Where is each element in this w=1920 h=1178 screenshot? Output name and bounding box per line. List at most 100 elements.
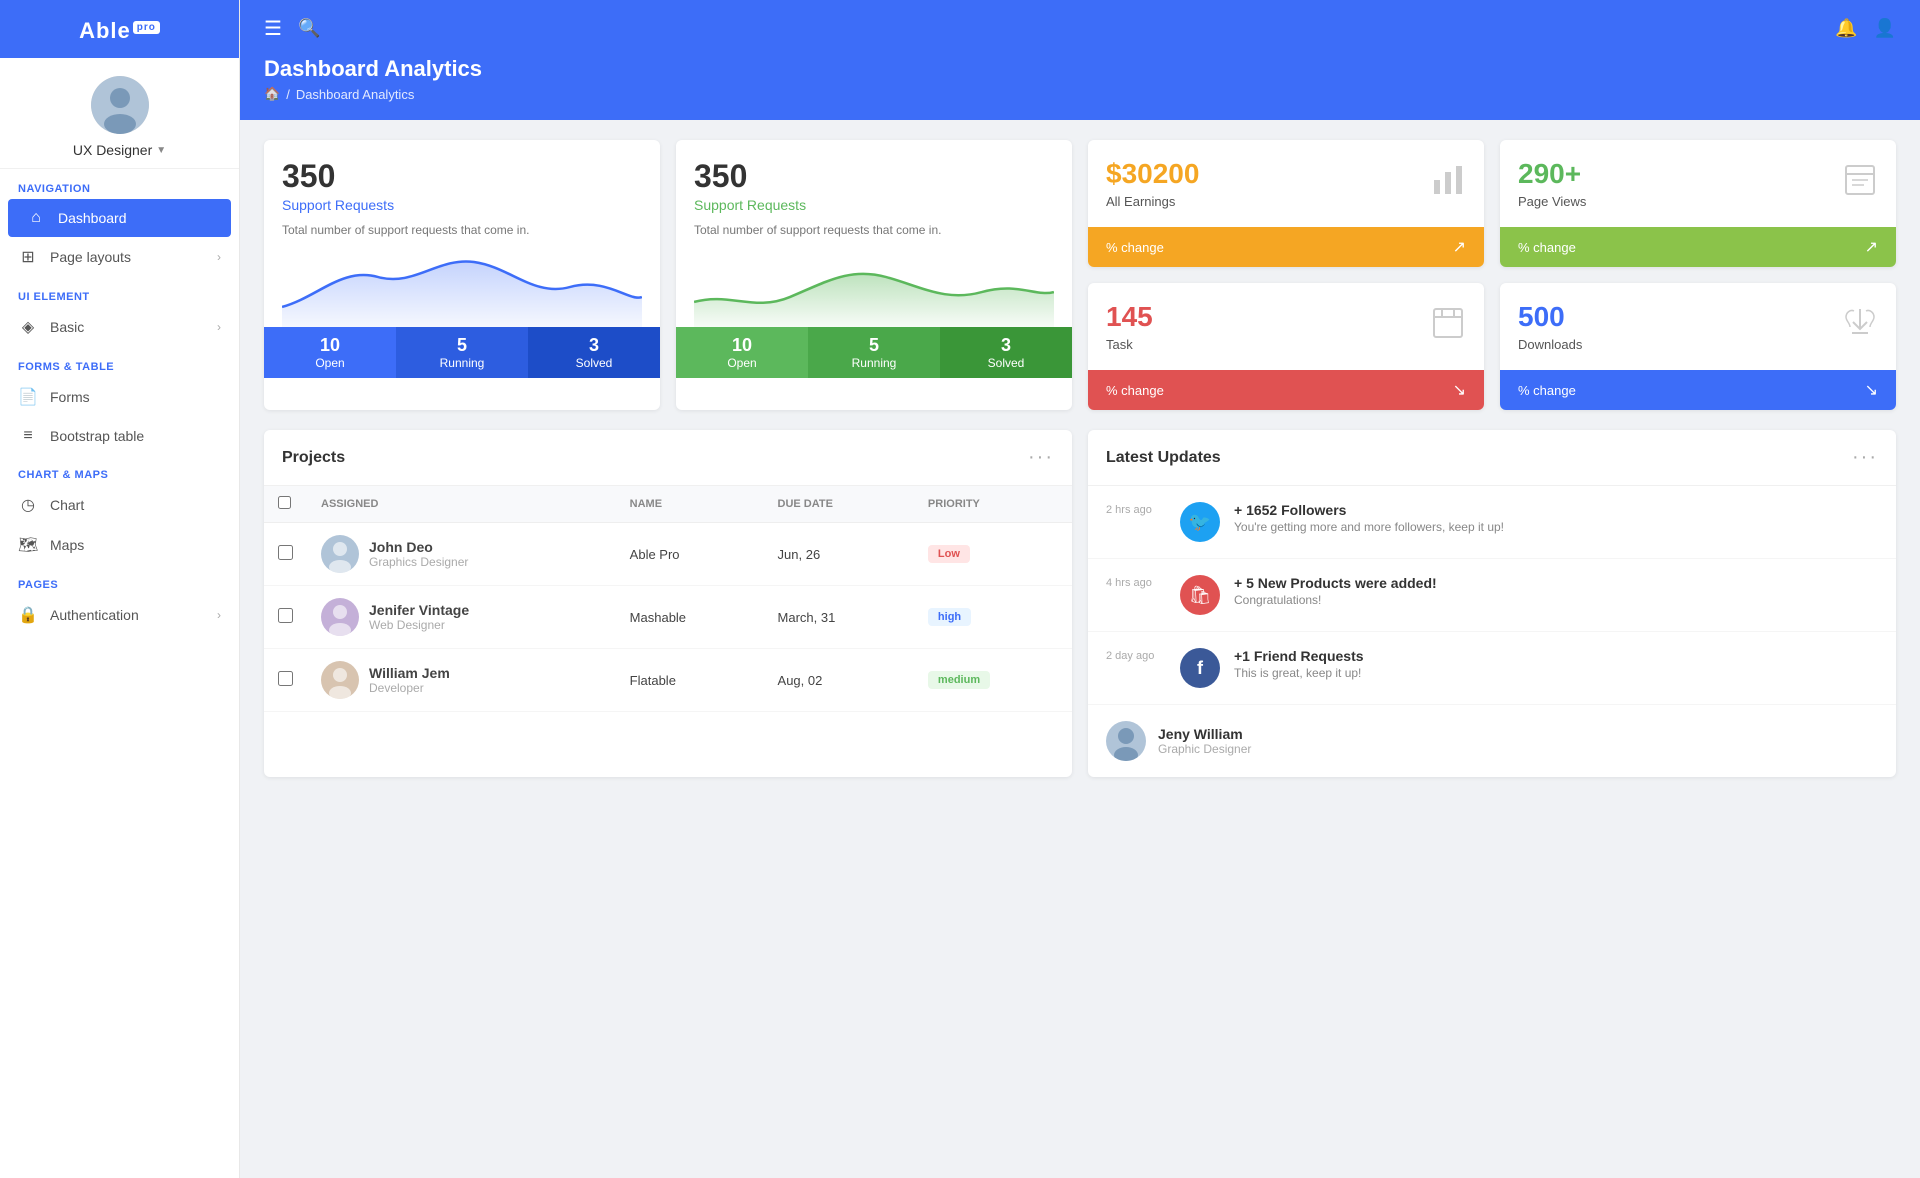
col-assigned: ASSIGNED (307, 486, 616, 523)
breadcrumb: 🏠 / Dashboard Analytics (264, 86, 1896, 102)
update-title: +1 Friend Requests (1234, 648, 1364, 664)
row-checkbox[interactable] (278, 545, 293, 560)
stat-number: 350 (694, 158, 1054, 195)
user-profile-button[interactable]: 👤 (1874, 18, 1896, 39)
compact-footer-earnings: % change ↗ (1088, 227, 1484, 267)
update-desc: Congratulations! (1234, 593, 1437, 607)
updates-card: Latest Updates ··· 2 hrs ago 🐦 + 1652 Fo… (1088, 430, 1896, 777)
col-checkbox (264, 486, 307, 523)
compact-card-pageviews: 290+ Page Views (1500, 140, 1896, 267)
sidebar-section-forms-table: Forms & Table (0, 347, 239, 377)
update-time: 2 hrs ago (1106, 504, 1166, 516)
logo-text: Ablepro (79, 18, 160, 43)
projects-table: ASSIGNED NAME DUE DATE PRIORITY Joh (264, 486, 1072, 712)
updates-card-header: Latest Updates ··· (1088, 430, 1896, 486)
bottom-row: Projects ··· ASSIGNED NAME DUE DATE PRIO… (264, 430, 1896, 777)
row-priority: medium (914, 649, 1072, 712)
chart-icon: ◷ (18, 495, 38, 515)
project-person-role: Web Designer (369, 618, 469, 632)
hamburger-button[interactable]: ☰ (264, 16, 282, 41)
sidebar-item-chart[interactable]: ◷ Chart (0, 485, 239, 525)
update-title: + 1652 Followers (1234, 502, 1504, 518)
stat-chart-green (694, 247, 1054, 327)
update-user-avatar (1106, 721, 1146, 761)
update-icon-twitter: 🐦 (1180, 502, 1220, 542)
sidebar-section-chart-maps: Chart & Maps (0, 455, 239, 485)
update-item: 4 hrs ago 🛍 + 5 New Products were added!… (1088, 559, 1896, 632)
compact-card-downloads: 500 Downloads (1500, 283, 1896, 410)
stat-desc: Total number of support requests that co… (282, 221, 642, 239)
sidebar-item-maps[interactable]: 🗺 Maps (0, 525, 239, 565)
page-title: Dashboard Analytics (264, 56, 1896, 82)
update-user-item: Jeny William Graphic Designer (1088, 705, 1896, 777)
sidebar-header: Ablepro (0, 0, 239, 58)
sidebar-item-dashboard[interactable]: ⌂ Dashboard (8, 199, 231, 237)
sidebar: Ablepro UX Designer ▼ Navigation ⌂ Dashb… (0, 0, 240, 1178)
chevron-right-icon: › (217, 320, 221, 334)
sidebar-item-label: Dashboard (58, 210, 213, 226)
col-name: NAME (616, 486, 764, 523)
update-content: + 1652 Followers You're getting more and… (1234, 502, 1504, 534)
trend-down-icon: ↘ (1453, 380, 1466, 400)
downloads-icon (1842, 305, 1878, 348)
updates-menu-button[interactable]: ··· (1852, 446, 1878, 469)
updates-list: 2 hrs ago 🐦 + 1652 Followers You're gett… (1088, 486, 1896, 777)
page-header: Dashboard Analytics 🏠 / Dashboard Analyt… (240, 56, 1920, 120)
username-label[interactable]: UX Designer ▼ (73, 142, 166, 158)
priority-badge: high (928, 608, 971, 626)
table-row: John Deo Graphics Designer Able Pro Jun,… (264, 523, 1072, 586)
update-desc: This is great, keep it up! (1234, 666, 1364, 680)
col-due-date: DUE DATE (764, 486, 914, 523)
table-row: Jenifer Vintage Web Designer Mashable Ma… (264, 586, 1072, 649)
sidebar-item-basic[interactable]: ◈ Basic › (0, 307, 239, 347)
select-all-checkbox[interactable] (278, 496, 291, 509)
layout-icon: ⊞ (18, 247, 38, 267)
stat-number: 350 (282, 158, 642, 195)
update-title: + 5 New Products were added! (1234, 575, 1437, 591)
update-time: 2 day ago (1106, 650, 1166, 662)
trend-up-icon: ↗ (1453, 237, 1466, 257)
cube-icon: ◈ (18, 317, 38, 337)
projects-menu-button[interactable]: ··· (1028, 446, 1054, 469)
sidebar-section-pages: Pages (0, 565, 239, 595)
row-checkbox[interactable] (278, 671, 293, 686)
sidebar-section-ui-element: UI Element (0, 277, 239, 307)
footer-open: 10 Open (264, 327, 396, 378)
sidebar-item-label: Bootstrap table (50, 428, 221, 444)
table-icon: ≡ (18, 427, 38, 445)
projects-card: Projects ··· ASSIGNED NAME DUE DATE PRIO… (264, 430, 1072, 777)
sidebar-item-label: Maps (50, 537, 221, 553)
main-area: ☰ 🔍 🔔 👤 Dashboard Analytics 🏠 / Dashboar… (240, 0, 1920, 1178)
footer-running: 5 Running (396, 327, 528, 378)
task-icon (1430, 305, 1466, 348)
row-due-date: March, 31 (764, 586, 914, 649)
stat-card-support-blue: 350 Support Requests Total number of sup… (264, 140, 660, 410)
search-button[interactable]: 🔍 (298, 18, 320, 39)
stat-title: Support Requests (694, 197, 1054, 213)
compact-number: $30200 (1106, 158, 1199, 190)
content-area: 350 Support Requests Total number of sup… (240, 120, 1920, 1178)
stat-chart-blue (282, 247, 642, 327)
trend-up-icon: ↗ (1865, 237, 1878, 257)
update-content: + 5 New Products were added! Congratulat… (1234, 575, 1437, 607)
col-priority: PRIORITY (914, 486, 1072, 523)
sidebar-item-bootstrap-table[interactable]: ≡ Bootstrap table (0, 417, 239, 455)
row-checkbox-cell (264, 523, 307, 586)
priority-badge: Low (928, 545, 970, 563)
row-project-name: Able Pro (616, 523, 764, 586)
avatar (91, 76, 149, 134)
sidebar-item-page-layouts[interactable]: ⊞ Page layouts › (0, 237, 239, 277)
row-checkbox[interactable] (278, 608, 293, 623)
update-user-info: Jeny William Graphic Designer (1158, 726, 1251, 756)
notifications-button[interactable]: 🔔 (1835, 18, 1857, 39)
home-icon: ⌂ (26, 209, 46, 227)
logo-pro: pro (133, 21, 160, 34)
home-breadcrumb-icon: 🏠 (264, 86, 280, 102)
stat-card-support-green: 350 Support Requests Total number of sup… (676, 140, 1072, 410)
compact-label: All Earnings (1106, 194, 1199, 209)
compact-label: Page Views (1518, 194, 1586, 209)
stat-card-footer: 10 Open 5 Running 3 Solved (264, 327, 660, 378)
sidebar-item-forms[interactable]: 📄 Forms (0, 377, 239, 417)
compact-footer-pageviews: % change ↗ (1500, 227, 1896, 267)
sidebar-item-authentication[interactable]: 🔒 Authentication › (0, 595, 239, 635)
